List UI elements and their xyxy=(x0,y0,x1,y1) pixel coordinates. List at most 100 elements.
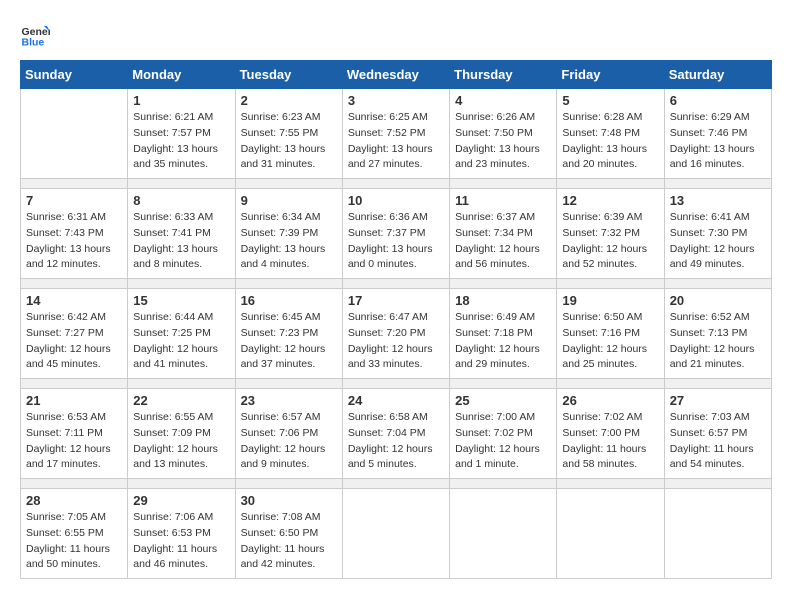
day-number: 24 xyxy=(348,393,444,408)
calendar-week-row: 28Sunrise: 7:05 AMSunset: 6:55 PMDayligh… xyxy=(21,489,772,579)
calendar-cell: 18 Sunrise: 6:49 AMSunset: 7:18 PMDayligh… xyxy=(450,289,557,379)
separator-cell xyxy=(342,379,449,389)
day-number: 23 xyxy=(241,393,337,408)
day-detail: Sunrise: 6:41 AMSunset: 7:30 PMDaylight:… xyxy=(670,210,766,273)
day-detail: Sunrise: 6:57 AMSunset: 7:06 PMDaylight:… xyxy=(241,410,337,473)
separator-cell xyxy=(342,279,449,289)
separator-cell xyxy=(450,279,557,289)
logo-icon: General Blue xyxy=(20,20,50,50)
day-detail: Sunrise: 6:39 AMSunset: 7:32 PMDaylight:… xyxy=(562,210,658,273)
day-detail: Sunrise: 7:02 AMSunset: 7:00 PMDaylight:… xyxy=(562,410,658,473)
day-number: 22 xyxy=(133,393,229,408)
calendar-cell xyxy=(450,489,557,579)
calendar-cell: 14Sunrise: 6:42 AMSunset: 7:27 PMDayligh… xyxy=(21,289,128,379)
separator-cell xyxy=(557,479,664,489)
day-number: 10 xyxy=(348,193,444,208)
separator-cell xyxy=(664,379,771,389)
calendar-cell: 21Sunrise: 6:53 AMSunset: 7:11 PMDayligh… xyxy=(21,389,128,479)
day-detail: Sunrise: 6:25 AMSunset: 7:52 PMDaylight:… xyxy=(348,110,444,173)
day-number: 12 xyxy=(562,193,658,208)
calendar-cell: 30Sunrise: 7:08 AMSunset: 6:50 PMDayligh… xyxy=(235,489,342,579)
separator-cell xyxy=(128,479,235,489)
calendar-cell: 24 Sunrise: 6:58 AMSunset: 7:04 PMDayligh… xyxy=(342,389,449,479)
day-detail: Sunrise: 6:52 AMSunset: 7:13 PMDaylight:… xyxy=(670,310,766,373)
weekday-header: Friday xyxy=(557,61,664,89)
day-detail: Sunrise: 6:36 AMSunset: 7:37 PMDaylight:… xyxy=(348,210,444,273)
separator-cell xyxy=(21,179,128,189)
calendar-table: SundayMondayTuesdayWednesdayThursdayFrid… xyxy=(20,60,772,579)
day-number: 4 xyxy=(455,93,551,108)
separator-cell xyxy=(664,179,771,189)
calendar-cell: 13Sunrise: 6:41 AMSunset: 7:30 PMDayligh… xyxy=(664,189,771,279)
day-number: 18 xyxy=(455,293,551,308)
calendar-cell: 16Sunrise: 6:45 AMSunset: 7:23 PMDayligh… xyxy=(235,289,342,379)
weekday-header: Thursday xyxy=(450,61,557,89)
calendar-week-row: 1Sunrise: 6:21 AMSunset: 7:57 PMDaylight… xyxy=(21,89,772,179)
day-number: 25 xyxy=(455,393,551,408)
day-detail: Sunrise: 6:55 AMSunset: 7:09 PMDaylight:… xyxy=(133,410,229,473)
calendar-cell: 25 Sunrise: 7:00 AMSunset: 7:02 PMDayligh… xyxy=(450,389,557,479)
day-number: 28 xyxy=(26,493,122,508)
separator-cell xyxy=(21,479,128,489)
week-separator xyxy=(21,279,772,289)
day-detail: Sunrise: 6:50 AMSunset: 7:16 PMDaylight:… xyxy=(562,310,658,373)
calendar-cell xyxy=(664,489,771,579)
separator-cell xyxy=(235,479,342,489)
calendar-cell: 19Sunrise: 6:50 AMSunset: 7:16 PMDayligh… xyxy=(557,289,664,379)
separator-cell xyxy=(128,279,235,289)
calendar-cell: 9Sunrise: 6:34 AMSunset: 7:39 PMDaylight… xyxy=(235,189,342,279)
separator-cell xyxy=(235,179,342,189)
calendar-cell xyxy=(557,489,664,579)
day-detail: Sunrise: 7:03 AMSunset: 6:57 PMDaylight:… xyxy=(670,410,766,473)
separator-cell xyxy=(21,279,128,289)
calendar-cell: 10 Sunrise: 6:36 AMSunset: 7:37 PMDayligh… xyxy=(342,189,449,279)
weekday-header: Monday xyxy=(128,61,235,89)
day-number: 21 xyxy=(26,393,122,408)
day-detail: Sunrise: 6:37 AMSunset: 7:34 PMDaylight:… xyxy=(455,210,551,273)
calendar-week-row: 14Sunrise: 6:42 AMSunset: 7:27 PMDayligh… xyxy=(21,289,772,379)
day-number: 1 xyxy=(133,93,229,108)
day-number: 6 xyxy=(670,93,766,108)
day-number: 2 xyxy=(241,93,337,108)
separator-cell xyxy=(450,379,557,389)
calendar-cell: 11Sunrise: 6:37 AMSunset: 7:34 PMDayligh… xyxy=(450,189,557,279)
separator-cell xyxy=(557,379,664,389)
day-number: 27 xyxy=(670,393,766,408)
separator-cell xyxy=(128,379,235,389)
calendar-cell: 17Sunrise: 6:47 AMSunset: 7:20 PMDayligh… xyxy=(342,289,449,379)
separator-cell xyxy=(342,479,449,489)
day-detail: Sunrise: 6:28 AMSunset: 7:48 PMDaylight:… xyxy=(562,110,658,173)
calendar-cell: 2 Sunrise: 6:23 AMSunset: 7:55 PMDaylight… xyxy=(235,89,342,179)
day-detail: Sunrise: 6:33 AMSunset: 7:41 PMDaylight:… xyxy=(133,210,229,273)
day-detail: Sunrise: 7:08 AMSunset: 6:50 PMDaylight:… xyxy=(241,510,337,573)
week-separator xyxy=(21,379,772,389)
separator-cell xyxy=(235,379,342,389)
separator-cell xyxy=(342,179,449,189)
calendar-cell: 23 Sunrise: 6:57 AMSunset: 7:06 PMDayligh… xyxy=(235,389,342,479)
weekday-header: Saturday xyxy=(664,61,771,89)
page-header: General Blue xyxy=(20,20,772,50)
day-detail: Sunrise: 6:49 AMSunset: 7:18 PMDaylight:… xyxy=(455,310,551,373)
week-separator xyxy=(21,479,772,489)
day-number: 15 xyxy=(133,293,229,308)
day-detail: Sunrise: 6:58 AMSunset: 7:04 PMDaylight:… xyxy=(348,410,444,473)
day-detail: Sunrise: 6:23 AMSunset: 7:55 PMDaylight:… xyxy=(241,110,337,173)
day-number: 14 xyxy=(26,293,122,308)
calendar-cell xyxy=(342,489,449,579)
day-number: 29 xyxy=(133,493,229,508)
svg-text:Blue: Blue xyxy=(22,37,45,49)
calendar-cell: 1Sunrise: 6:21 AMSunset: 7:57 PMDaylight… xyxy=(128,89,235,179)
day-number: 20 xyxy=(670,293,766,308)
weekday-header: Tuesday xyxy=(235,61,342,89)
calendar-cell: 3Sunrise: 6:25 AMSunset: 7:52 PMDaylight… xyxy=(342,89,449,179)
day-detail: Sunrise: 6:44 AMSunset: 7:25 PMDaylight:… xyxy=(133,310,229,373)
logo: General Blue xyxy=(20,20,54,50)
week-separator xyxy=(21,179,772,189)
day-number: 9 xyxy=(241,193,337,208)
day-number: 16 xyxy=(241,293,337,308)
calendar-cell: 12 Sunrise: 6:39 AMSunset: 7:32 PMDayligh… xyxy=(557,189,664,279)
calendar-cell: 29Sunrise: 7:06 AMSunset: 6:53 PMDayligh… xyxy=(128,489,235,579)
calendar-cell: 22 Sunrise: 6:55 AMSunset: 7:09 PMDayligh… xyxy=(128,389,235,479)
day-detail: Sunrise: 7:00 AMSunset: 7:02 PMDaylight:… xyxy=(455,410,551,473)
calendar-cell: 6Sunrise: 6:29 AMSunset: 7:46 PMDaylight… xyxy=(664,89,771,179)
